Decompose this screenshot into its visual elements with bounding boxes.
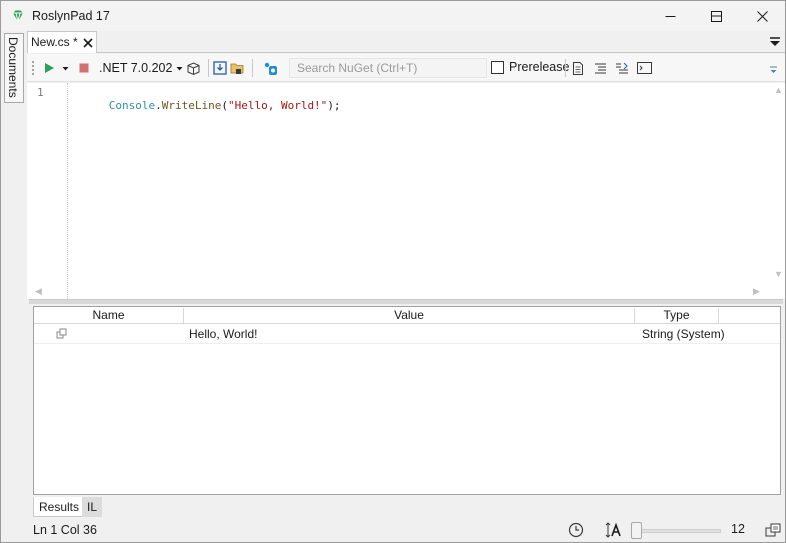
minimize-dash-icon [665,15,675,17]
zoom-value: 12 [731,522,745,536]
maximize-button[interactable] [693,1,739,31]
scroll-up-arrow-icon[interactable]: ▲ [774,85,783,95]
document-icon [573,61,583,75]
code-line[interactable]: Console.WriteLine("Hello, World!"); [69,86,341,125]
zoom-slider-thumb[interactable] [631,522,642,539]
toolbar-grip[interactable] [31,60,35,76]
uncomment-lines-icon [616,62,628,73]
nuget-search-box[interactable] [289,58,487,78]
scroll-right-arrow-icon[interactable]: ▶ [753,286,760,297]
prerelease-label: Prerelease [509,60,570,74]
line-number: 1 [37,86,44,99]
overflow-chevron-icon [770,66,777,73]
roslynpad-window: RoslynPad 17 Documents New.cs * .NET 7.0… [0,0,786,543]
code-token-dot: . [155,99,162,112]
cursor-position: Ln 1 Col 36 [33,523,97,537]
copy-icon[interactable] [56,328,68,340]
toolbar-separator-3 [565,59,566,77]
editor-results-splitter[interactable] [29,299,783,304]
nuget-button[interactable] [263,60,278,76]
zoom-slider-track[interactable] [637,529,721,533]
toolbar-separator-2 [252,59,253,77]
run-options-dropdown[interactable] [62,60,69,76]
run-button[interactable] [43,60,55,76]
tab-label: New.cs * [31,35,78,49]
status-bar: Ln 1 Col 36 12 [1,519,785,542]
document-tab-bar: New.cs * [27,31,785,53]
sdk-dropdown-icon [176,66,183,70]
folder-lock-icon [230,63,244,74]
app-logo-icon [13,10,23,22]
documents-panel-strip: Documents [1,31,26,519]
toolbar-overflow-button[interactable] [769,56,778,73]
open-folder-button[interactable] [230,60,245,76]
result-value: Hello, World! [189,327,258,341]
stop-button[interactable] [79,60,89,76]
scroll-left-arrow-icon[interactable]: ◀ [35,286,42,297]
toolbar: .NET 7.0.202 Search NuGet (Ctrl+T) Prere… [27,54,785,82]
close-tab-icon[interactable] [82,37,94,49]
results-grid-header: Name Value Type [34,307,780,324]
prerelease-checkbox[interactable] [491,61,504,74]
nuget-search-input[interactable] [290,59,486,77]
code-token-method: WriteLine [161,99,222,112]
tab-new-cs[interactable]: New.cs * [27,31,97,53]
line-number-gutter: 1 [27,83,68,299]
close-button[interactable] [739,1,785,31]
results-tab-strip: Results IL [33,497,333,517]
nuget-icon [264,62,277,75]
terminal-icon [637,62,652,74]
code-token-string: "Hello, World!" [227,99,328,112]
editor-vertical-scrollbar[interactable]: ▲ ▼ [771,83,785,283]
code-token-open-paren: ( [221,99,228,112]
dropdown-arrow-icon [62,66,69,70]
scroll-down-arrow-icon[interactable]: ▼ [774,269,783,279]
window-title: RoslynPad 17 [32,9,110,23]
stop-icon [79,63,89,73]
maximize-icon [710,10,722,22]
restore-packages-button[interactable] [186,60,201,76]
column-header-type[interactable]: Type [635,308,719,323]
uncomment-selection-button[interactable] [615,60,629,76]
code-token-close: ); [327,99,341,112]
notifications-icon[interactable] [765,522,781,538]
sdk-selector[interactable]: .NET 7.0.202 [99,60,183,76]
documents-tab-label: Documents [6,37,20,98]
documents-tab[interactable]: Documents [4,33,24,103]
tab-il[interactable]: IL [82,497,103,517]
comment-selection-button[interactable] [594,60,607,76]
save-button[interactable] [213,60,227,76]
column-header-name[interactable]: Name [34,308,184,323]
result-type: String (System) [642,327,725,341]
font-size-icon [605,522,621,538]
sdk-label: .NET 7.0.202 [99,61,173,75]
code-token-type: Console [108,99,156,112]
comment-lines-icon [595,63,606,73]
package-icon [187,61,200,75]
play-icon [45,63,54,73]
code-editor[interactable]: 1 Console.WriteLine("Hello, World!"); ▲ … [27,83,785,299]
results-panel: Name Value Type Hello, World! String (Sy… [33,306,781,495]
close-icon [756,10,768,22]
tab-results[interactable]: Results [33,497,86,517]
terminal-button[interactable] [637,60,652,76]
editor-horizontal-scrollbar[interactable]: ◀ ▶ [27,283,771,299]
save-icon [213,61,227,75]
column-header-value[interactable]: Value [184,308,635,323]
minimize-button-alt[interactable] [647,1,693,31]
results-row[interactable]: Hello, World! String (System) [34,325,780,344]
tab-list-dropdown-icon[interactable] [769,37,781,47]
format-document-button[interactable] [572,60,584,76]
clock-icon[interactable] [568,522,584,538]
toolbar-separator [208,59,209,77]
